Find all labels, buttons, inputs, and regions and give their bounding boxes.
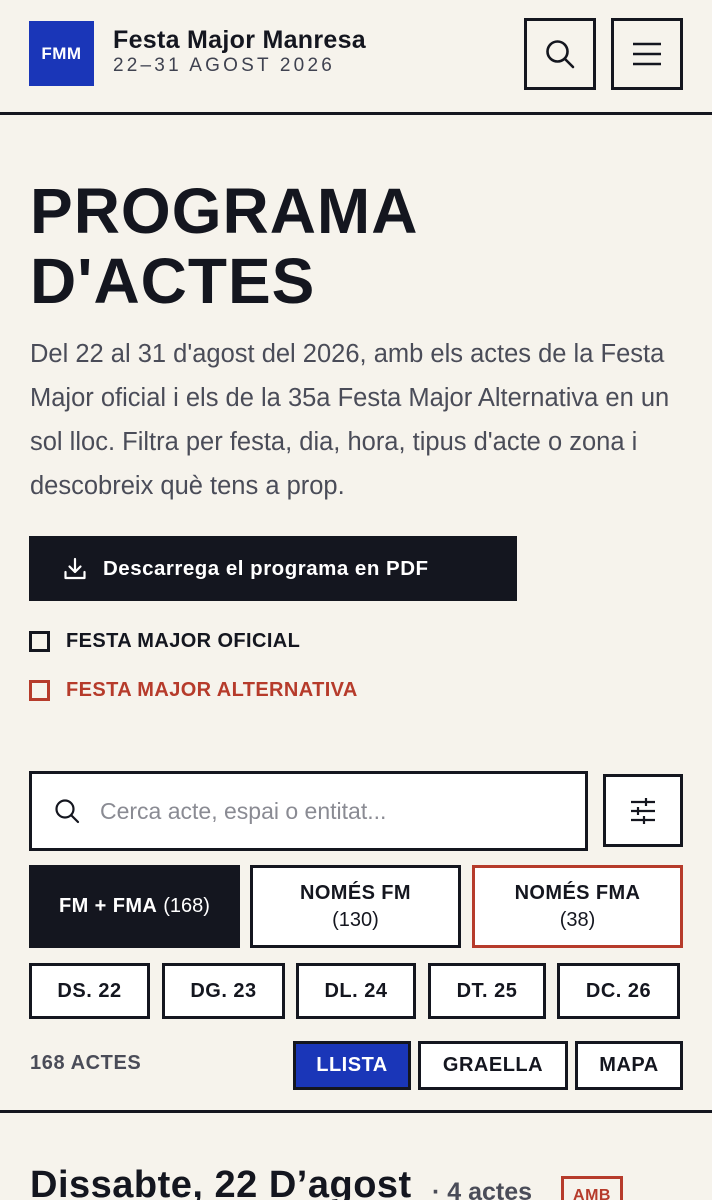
filter-only-fma[interactable]: NOMÉS FMA (38)	[472, 865, 683, 948]
download-pdf-button[interactable]: Descarrega el programa en PDF	[29, 536, 517, 601]
filter-fm-fma[interactable]: FM + FMA (168)	[29, 865, 240, 948]
day-section-tag: AMB	[561, 1176, 623, 1200]
search-field[interactable]	[29, 771, 588, 851]
view-grid-button[interactable]: GRAELLA	[418, 1041, 568, 1090]
legend-fma-label: FESTA MAJOR ALTERNATIVA	[66, 679, 358, 701]
page-title-line1: PROGRAMA	[30, 175, 419, 247]
page-title-line2: D'ACTES	[30, 245, 316, 317]
results-count: 168 ACTES	[30, 1052, 142, 1074]
filter-only-fma-count: (38)	[559, 908, 596, 931]
page-title: PROGRAMA D'ACTES	[30, 176, 690, 316]
legend-fma-swatch	[29, 680, 50, 701]
search-input[interactable]	[100, 797, 560, 825]
hamburger-icon	[633, 42, 661, 66]
filter-fm-fma-label: FM + FMA	[59, 895, 158, 917]
filter-only-fma-label: NOMÉS FMA	[514, 881, 641, 904]
search-icon	[55, 799, 80, 824]
legend-festa-major-alternativa: FESTA MAJOR ALTERNATIVA	[29, 679, 358, 702]
view-list-button[interactable]: LLISTA	[293, 1041, 411, 1090]
day-chip-dg23[interactable]: DG. 23	[162, 963, 285, 1019]
filter-only-fm-label: NOMÉS FM	[300, 881, 411, 904]
menu-button[interactable]	[611, 18, 683, 90]
legend-fm-swatch	[29, 631, 50, 652]
legend-fm-label: FESTA MAJOR OFICIAL	[66, 630, 301, 652]
search-icon	[546, 40, 575, 69]
download-pdf-label: Descarrega el programa en PDF	[103, 556, 429, 580]
fmm-logo[interactable]: FMM	[29, 21, 94, 86]
advanced-filters-button[interactable]	[603, 774, 683, 847]
site-header: FMM Festa Major Manresa 22–31 AGOST 2026	[0, 0, 712, 115]
day-chip-dt25[interactable]: DT. 25	[428, 963, 546, 1019]
day-section-title: Dissabte, 22 D’agost	[30, 1164, 412, 1200]
intro-text: Del 22 al 31 d'agost del 2026, amb els a…	[30, 340, 670, 500]
festival-dates: 22–31 AGOST 2026	[113, 55, 335, 76]
search-button[interactable]	[524, 18, 596, 90]
day-chip-dc26[interactable]: DC. 26	[557, 963, 680, 1019]
view-map-button[interactable]: MAPA	[575, 1041, 683, 1090]
download-icon	[64, 557, 86, 579]
filter-only-fm-count: (130)	[332, 908, 379, 931]
filter-fm-fma-count: (168)	[163, 895, 210, 917]
day-section-count: · 4 actes	[432, 1178, 533, 1200]
filter-only-fm[interactable]: NOMÉS FM (130)	[250, 865, 461, 948]
day-chip-ds22[interactable]: DS. 22	[29, 963, 150, 1019]
section-divider	[0, 1110, 712, 1113]
sliders-icon	[631, 797, 655, 824]
site-title[interactable]: Festa Major Manresa	[113, 26, 366, 55]
legend-festa-major-oficial: FESTA MAJOR OFICIAL	[29, 630, 300, 653]
day-chip-dl24[interactable]: DL. 24	[296, 963, 416, 1019]
